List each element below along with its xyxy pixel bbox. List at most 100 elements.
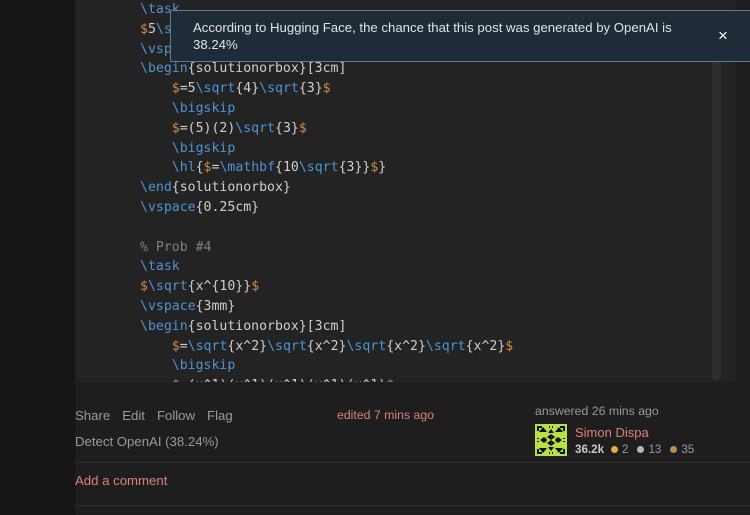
notification-message: According to Hugging Face, the chance th… bbox=[193, 20, 672, 52]
code-line: \hl{$=\mathbf{10\sqrt{3}}$} bbox=[75, 158, 735, 178]
code-token-dollar: $ bbox=[171, 81, 180, 97]
code-line: \task bbox=[75, 257, 735, 277]
code-line: \bigskip bbox=[75, 139, 735, 159]
close-icon[interactable]: × bbox=[696, 11, 750, 61]
code-token-dollar: $ bbox=[251, 279, 260, 295]
code-token-dollar: $ bbox=[298, 120, 307, 136]
code-token-plain: { bbox=[195, 160, 204, 176]
code-line: \vspace{3mm} bbox=[75, 297, 735, 317]
share-link[interactable]: Share bbox=[75, 408, 110, 423]
edited-timestamp[interactable]: edited 7 mins ago bbox=[337, 408, 434, 422]
code-line: $=5\sqrt{4}\sqrt{3}$ bbox=[75, 79, 735, 99]
bronze-badge-count: 35 bbox=[681, 443, 695, 456]
gold-badge[interactable]: 2 bbox=[611, 443, 628, 456]
code-token-cmd: \sqrt bbox=[187, 338, 228, 354]
code-token-plain: =(5)(2) bbox=[179, 120, 236, 136]
silver-badge-count: 13 bbox=[648, 443, 662, 456]
code-token-cmd: \sqrt bbox=[267, 338, 307, 354]
code-line: \end{solutionorbox} bbox=[75, 178, 735, 198]
code-token-dollar: $ bbox=[140, 279, 148, 295]
code-token-plain: {4} bbox=[235, 81, 260, 97]
code-token-plain: {3}} bbox=[338, 160, 371, 176]
code-line: $\sqrt{x^{10}}$ bbox=[75, 277, 735, 297]
code-token-plain: = bbox=[179, 338, 188, 354]
silver-badge-icon bbox=[637, 446, 645, 453]
code-token-cmd: \bigskip bbox=[171, 358, 236, 374]
code-token-plain: {solutionorbox}[3cm] bbox=[187, 318, 347, 334]
gold-badge-icon bbox=[611, 446, 619, 453]
code-line: \begin{solutionorbox}[3cm] bbox=[75, 59, 735, 79]
code-token-cmd: \bigskip bbox=[171, 140, 236, 156]
detect-openai-link[interactable]: Detect OpenAI (38.24%) bbox=[75, 434, 219, 449]
bronze-badge-icon bbox=[670, 446, 678, 453]
code-token-cmd: \sqrt bbox=[259, 81, 299, 97]
code-token-plain: {3} bbox=[298, 81, 323, 97]
code-scrollbar-thumb[interactable] bbox=[712, 58, 721, 380]
code-token-cmd: \bigskip bbox=[171, 100, 236, 116]
code-token-plain: } bbox=[378, 160, 387, 176]
add-comment-link[interactable]: Add a comment bbox=[75, 473, 167, 488]
code-token-plain: {solutionorbox}[3cm] bbox=[187, 61, 347, 77]
code-token-plain: {3mm} bbox=[195, 298, 236, 314]
code-token-cmd: \sqrt bbox=[346, 338, 387, 354]
answered-timestamp: answered 26 mins ago bbox=[535, 404, 659, 418]
code-line: $=(5)(2)\sqrt{3}$ bbox=[75, 119, 735, 139]
code-token-plain: {solutionorbox} bbox=[171, 180, 291, 196]
answer-column: \task $5\s \vsp \begin{solutionorbox}[3cm] … bbox=[75, 0, 750, 515]
user-meta: Simon Dispa 36.2k 2 13 35 bbox=[575, 424, 699, 456]
code-token-cmd: \sqrt bbox=[298, 160, 339, 176]
code-token-plain: {x^{10}} bbox=[187, 279, 252, 295]
code-line: \begin{solutionorbox}[3cm] bbox=[75, 317, 735, 337]
user-row: Simon Dispa 36.2k 2 13 35 bbox=[535, 424, 735, 456]
bronze-badge[interactable]: 35 bbox=[670, 443, 694, 456]
code-line: $=\sqrt{x^2}\sqrt{x^2}\sqrt{x^2}\sqrt{x^… bbox=[75, 337, 735, 357]
code-line: \vspace{0.25cm} bbox=[75, 198, 735, 218]
code-token-cmd: \sqrt bbox=[235, 120, 275, 136]
code-token-cmd: \begin bbox=[140, 318, 188, 334]
user-name[interactable]: Simon Dispa bbox=[575, 425, 699, 440]
code-token-dollar: $ bbox=[171, 338, 180, 354]
post-footer: Share Edit Follow Flag Detect OpenAI (38… bbox=[75, 382, 750, 472]
code-token-dollar: $ bbox=[322, 81, 331, 97]
code-token-plain: {x^2} bbox=[465, 338, 506, 354]
code-token-dollar: $ bbox=[505, 338, 514, 354]
code-token-cmd: \hl bbox=[171, 160, 196, 176]
avatar[interactable] bbox=[535, 424, 567, 456]
code-token-dollar: $ bbox=[171, 120, 180, 136]
reputation-score: 36.2k bbox=[575, 443, 605, 456]
silver-badge[interactable]: 13 bbox=[637, 443, 661, 456]
code-line: % Prob #4 bbox=[75, 238, 735, 258]
follow-link[interactable]: Follow bbox=[157, 408, 195, 423]
code-token-cmd: \sqrt bbox=[425, 338, 466, 354]
code-token-cmd: \sqrt bbox=[195, 81, 236, 97]
code-token-cmd: \begin bbox=[140, 61, 188, 77]
code-token-cmd: \vspace bbox=[140, 298, 196, 314]
code-token-cmd: \vsp bbox=[140, 41, 172, 57]
code-token-cmd: \mathbf bbox=[219, 160, 276, 176]
comment-divider-bottom bbox=[75, 505, 750, 506]
code-token-dollar: $ bbox=[203, 160, 212, 176]
code-token-plain: {x^2} bbox=[227, 338, 268, 354]
edit-link[interactable]: Edit bbox=[122, 408, 145, 423]
code-token-plain: {x^2} bbox=[306, 338, 347, 354]
code-token-cmd: \task bbox=[140, 259, 180, 275]
code-token-dollar: $ bbox=[140, 21, 148, 37]
page-left-gutter bbox=[0, 0, 75, 515]
flag-link[interactable]: Flag bbox=[207, 408, 233, 423]
answer-user-card: answered 26 mins ago Simon Dispa 36.2k 2… bbox=[535, 404, 735, 456]
code-token-plain: {10 bbox=[275, 160, 299, 176]
user-reputation-row: 36.2k 2 13 35 bbox=[575, 443, 699, 456]
code-token-plain: {x^2} bbox=[386, 338, 426, 354]
code-token-plain: {3} bbox=[275, 120, 299, 136]
openai-detection-notification: According to Hugging Face, the chance th… bbox=[170, 10, 750, 62]
code-token-cmd: \vspace bbox=[140, 199, 196, 215]
post-action-links: Share Edit Follow Flag bbox=[75, 408, 233, 423]
code-token-plain: {0.25cm} bbox=[195, 199, 260, 215]
